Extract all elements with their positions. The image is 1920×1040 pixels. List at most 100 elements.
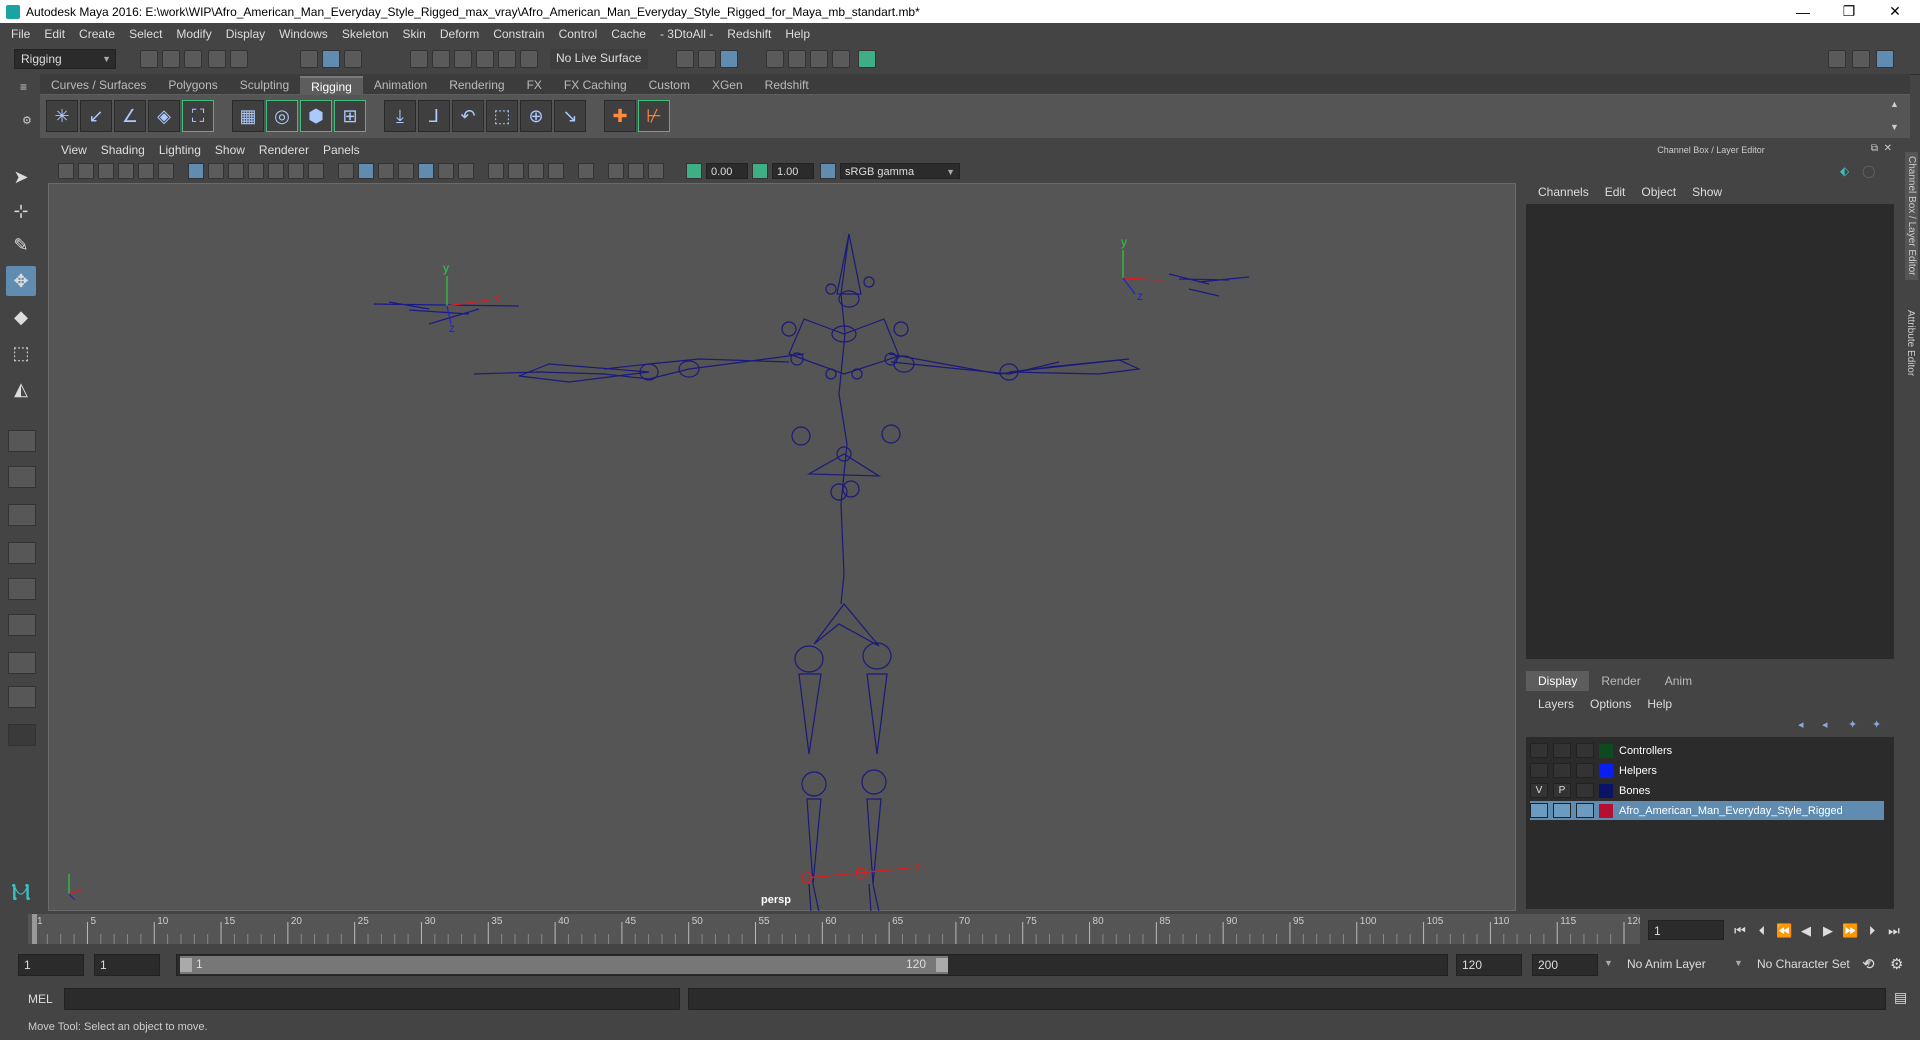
layout-graph-icon[interactable] — [8, 614, 36, 636]
rotate-tool-icon[interactable]: ◆ — [6, 302, 36, 332]
ik-spline-icon[interactable]: ∠ — [114, 100, 146, 132]
redo-icon[interactable] — [230, 50, 248, 68]
workspace-icon[interactable] — [1828, 50, 1846, 68]
play-forwards-icon[interactable]: ▶ — [1820, 923, 1836, 939]
anti-aliasing-icon[interactable] — [528, 163, 544, 179]
menu-create[interactable]: Create — [72, 23, 122, 45]
tab-anim[interactable]: Anim — [1653, 671, 1704, 691]
chevron-down-icon[interactable]: ▼ — [1734, 958, 1743, 968]
cb-menu-object[interactable]: Object — [1633, 185, 1684, 199]
layer-type-toggle[interactable] — [1576, 763, 1594, 778]
layer-playback-toggle[interactable]: P — [1553, 783, 1571, 798]
layer-color-swatch[interactable] — [1599, 803, 1613, 818]
layout-extra-icon[interactable] — [8, 686, 36, 708]
auto-key-icon[interactable]: ⟲ — [1862, 955, 1875, 973]
step-forward-frame-icon[interactable]: ⏵ — [1864, 923, 1880, 939]
shelf-tab-fx[interactable]: FX — [516, 76, 553, 94]
shelf-scroll-down-icon[interactable]: ▼ — [1890, 122, 1899, 132]
shelf-settings-icon[interactable]: ⚙ — [22, 114, 32, 127]
paint-select-icon[interactable]: ✎ — [6, 230, 36, 260]
range-start-grip[interactable] — [180, 958, 192, 972]
ambient-occlusion-icon[interactable] — [488, 163, 504, 179]
layer-type-toggle[interactable] — [1576, 803, 1594, 818]
cb-menu-edit[interactable]: Edit — [1597, 185, 1634, 199]
layer-playback-toggle[interactable] — [1553, 743, 1571, 758]
gamma-field[interactable]: 1.00 — [772, 163, 814, 179]
layer-playback-toggle[interactable] — [1553, 763, 1571, 778]
side-tab-attribute-editor[interactable]: Attribute Editor — [1905, 310, 1916, 376]
create-joints-icon[interactable]: ✳ — [46, 100, 78, 132]
wireframe-icon[interactable] — [338, 163, 354, 179]
step-back-key-icon[interactable]: ⏪ — [1776, 923, 1792, 939]
show-toolbox-icon[interactable] — [1852, 50, 1870, 68]
new-empty-layer-icon[interactable]: ✦ — [1848, 718, 1857, 731]
isolate-select-icon[interactable] — [578, 163, 594, 179]
layer-playback-toggle[interactable] — [1553, 803, 1571, 818]
step-forward-key-icon[interactable]: ⏩ — [1842, 923, 1858, 939]
cb-menu-channels[interactable]: Channels — [1530, 185, 1597, 199]
move-tool-icon[interactable]: ✥ — [6, 266, 36, 296]
select-object-icon[interactable] — [322, 50, 340, 68]
menu-help[interactable]: Help — [778, 23, 817, 45]
select-camera-icon[interactable] — [58, 163, 74, 179]
close-panel-icon[interactable]: ✕ — [1884, 143, 1892, 154]
parent-constraint-icon[interactable]: ⅃ — [418, 100, 450, 132]
menu-skeleton[interactable]: Skeleton — [335, 23, 396, 45]
vp-menu-shading[interactable]: Shading — [94, 143, 152, 157]
bookmark-icon[interactable] — [98, 163, 114, 179]
image-plane-icon[interactable] — [118, 163, 134, 179]
side-tab-channel-box[interactable]: Channel Box / Layer Editor — [1905, 152, 1918, 280]
xray-joints-icon[interactable] — [418, 163, 434, 179]
smooth-bind-icon[interactable]: ◎ — [266, 100, 298, 132]
vp-menu-renderer[interactable]: Renderer — [252, 143, 316, 157]
textured-icon[interactable] — [398, 163, 414, 179]
layout-two-stack-icon[interactable] — [8, 542, 36, 564]
menu-skin[interactable]: Skin — [396, 23, 433, 45]
backface-icon[interactable] — [648, 163, 664, 179]
camera-attributes-icon[interactable] — [78, 163, 94, 179]
shelf-tab-sculpting[interactable]: Sculpting — [229, 76, 300, 94]
menu-display[interactable]: Display — [219, 23, 272, 45]
le-menu-options[interactable]: Options — [1582, 697, 1639, 711]
layout-outliner-icon[interactable] — [8, 578, 36, 600]
motion-blur-icon[interactable] — [508, 163, 524, 179]
go-to-end-icon[interactable]: ⏭ — [1886, 923, 1902, 939]
float-panel-icon[interactable]: ⧉ — [1871, 143, 1878, 154]
ik-handle-icon[interactable]: ↙ — [80, 100, 112, 132]
select-tool-icon[interactable]: ➤ — [6, 162, 36, 192]
script-editor-icon[interactable]: ▤ — [1894, 989, 1907, 1006]
menu-file[interactable]: File — [4, 23, 37, 45]
layout-single-icon[interactable] — [8, 430, 36, 452]
undo-icon[interactable] — [208, 50, 226, 68]
point-constraint-icon[interactable]: ↶ — [452, 100, 484, 132]
gate-mask-icon[interactable] — [248, 163, 264, 179]
quick-rig-icon[interactable]: ◈ — [148, 100, 180, 132]
select-component-icon[interactable] — [344, 50, 362, 68]
channel-box-toggle-icon[interactable] — [1876, 50, 1894, 68]
maximize-button[interactable]: ❐ — [1826, 0, 1872, 23]
open-scene-icon[interactable] — [162, 50, 180, 68]
menu-3dtoall[interactable]: - 3DtoAll - — [653, 23, 720, 45]
blend-shape-icon[interactable]: ⊬ — [638, 100, 670, 132]
locator-icon[interactable]: ⤓ — [384, 100, 416, 132]
playback-start-field[interactable]: 1 — [94, 954, 160, 976]
field-chart-icon[interactable] — [268, 163, 284, 179]
construction-history-icon[interactable] — [720, 50, 738, 68]
channel-box-area[interactable] — [1526, 204, 1894, 659]
character-set-dropdown[interactable]: No Character Set — [1752, 954, 1870, 976]
safe-action-icon[interactable] — [288, 163, 304, 179]
layer-row[interactable]: Helpers — [1530, 761, 1884, 780]
pole-vector-icon[interactable]: ✚ — [604, 100, 636, 132]
animation-start-field[interactable]: 1 — [18, 954, 84, 976]
depth-of-field-icon[interactable] — [548, 163, 564, 179]
animation-end-field[interactable]: 200 — [1532, 954, 1598, 976]
view-transform-icon[interactable] — [820, 163, 836, 179]
shelf-tab-rigging[interactable]: Rigging — [300, 76, 363, 94]
layer-type-toggle[interactable] — [1576, 783, 1594, 798]
layer-visibility-toggle[interactable] — [1530, 743, 1548, 758]
resolution-gate-icon[interactable] — [228, 163, 244, 179]
input-ops-icon[interactable] — [676, 50, 694, 68]
tab-render[interactable]: Render — [1589, 671, 1652, 691]
layer-color-swatch[interactable] — [1599, 783, 1613, 798]
command-input[interactable] — [64, 988, 680, 1010]
